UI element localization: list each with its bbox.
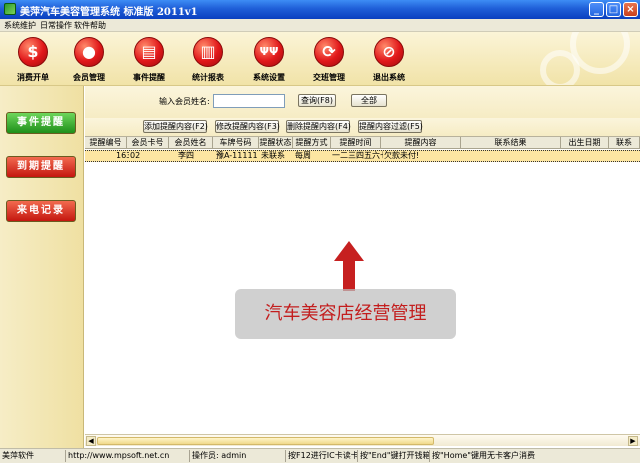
cell-status: 未联系	[261, 151, 285, 160]
toolbar-label: 会员管理	[73, 73, 105, 82]
column-header[interactable]: 提醒方式	[293, 137, 331, 149]
filter-reminder-button[interactable]: 提醒内容过滤(F5)	[358, 120, 423, 133]
action-bar: 添加提醒内容(F2) 修改提醒内容(F3) 删除提醒内容(F4) 提醒内容过滤(…	[85, 118, 640, 136]
toolbar-label: 系统设置	[253, 73, 285, 82]
app-icon	[4, 3, 16, 15]
table-header: 提醒编号 会员卡号 会员姓名 车牌号码 提醒状态 提醒方式 提醒时间 提醒内容 …	[85, 137, 640, 149]
toolbar-exit-button[interactable]: ⊘ 退出系统	[363, 34, 415, 84]
menu-daily-operations[interactable]: 日常操作	[40, 20, 72, 31]
close-button[interactable]: ×	[623, 2, 638, 17]
column-header[interactable]: 车牌号码	[213, 137, 259, 149]
edit-reminder-button[interactable]: 修改提醒内容(F3)	[215, 120, 280, 133]
up-arrow-icon	[334, 241, 364, 291]
title-bar: 美萍汽车美容管理系统 标准版 2011v1 _ □ ×	[0, 0, 640, 19]
query-button[interactable]: 查询(F8)	[298, 94, 336, 107]
side-button-event-reminder[interactable]: 事件提醒	[6, 112, 76, 134]
column-header[interactable]: 会员卡号	[127, 137, 169, 149]
toolbar-label: 统计报表	[192, 73, 224, 82]
status-ic-card-hint: 按F12进行IC卡读卡	[288, 450, 358, 462]
toolbar-settings-button[interactable]: ΨΨ 系统设置	[243, 34, 295, 84]
cell-contact-result	[461, 151, 561, 161]
column-header[interactable]: 提醒时间	[331, 137, 381, 149]
column-header[interactable]: 提醒状态	[259, 137, 293, 149]
scroll-thumb[interactable]	[97, 437, 434, 445]
window-title: 美萍汽车美容管理系统 标准版 2011v1	[20, 7, 198, 18]
search-bar: 输入会员姓名: 查询(F8) 全部	[85, 86, 640, 118]
bar-chart-icon: ▥	[193, 37, 223, 67]
cell-time: 一二三四五六七	[332, 151, 383, 160]
status-website: http://www.mpsoft.net.cn	[66, 450, 190, 462]
toolbar-members-button[interactable]: ● 会员管理	[63, 34, 115, 84]
cell-contact	[609, 151, 640, 161]
toolbar-label: 交班管理	[313, 73, 345, 82]
side-button-expiry-reminder[interactable]: 到期提醒	[6, 156, 76, 178]
main-toolbar: $ 消费开单 ● 会员管理 ▤ 事件提醒 ▥ 统计报表 ΨΨ 系统设置 ⟳ 交班…	[0, 32, 640, 86]
show-all-button[interactable]: 全部	[351, 94, 387, 107]
scroll-left-arrow-icon[interactable]: ◀	[86, 436, 96, 446]
toolbar-label: 退出系统	[373, 73, 405, 82]
tools-icon: ΨΨ	[254, 37, 284, 67]
status-no-card-hint: 按"Home"键用无卡客户消费	[432, 451, 535, 460]
table-row[interactable]: 163 02 李四 豫A-11111 未联系 每周 一二三四五六七 欠款未付!	[85, 150, 640, 162]
menu-help[interactable]: 软件帮助	[74, 20, 106, 31]
toolbar-label: 消费开单	[17, 73, 49, 82]
cell-content: 欠款未付!	[384, 151, 420, 160]
refresh-icon: ⟳	[314, 37, 344, 67]
status-brand: 美萍软件	[0, 450, 66, 462]
maximize-button[interactable]: □	[606, 2, 621, 17]
toolbar-label: 事件提醒	[133, 73, 165, 82]
side-button-call-log[interactable]: 来电记录	[6, 200, 76, 222]
delete-reminder-button[interactable]: 删除提醒内容(F4)	[286, 120, 351, 133]
dollar-icon: $	[18, 37, 48, 67]
horizontal-scrollbar[interactable]: ◀ ▶	[85, 434, 640, 446]
toolbar-checkout-button[interactable]: $ 消费开单	[7, 34, 59, 84]
exit-icon: ⊘	[374, 37, 404, 67]
status-operator: 操作员: admin	[190, 450, 286, 462]
decor-ring	[540, 50, 580, 85]
menu-bar: 系统维护 日常操作 软件帮助	[0, 19, 640, 32]
cell-birthday	[561, 151, 609, 161]
status-bar: 美萍软件 http://www.mpsoft.net.cn 操作员: admin…	[0, 448, 640, 463]
cell-reminder-id: 163	[116, 151, 129, 160]
cell-method: 每周	[295, 151, 311, 160]
add-reminder-button[interactable]: 添加提醒内容(F2)	[143, 120, 208, 133]
column-header[interactable]: 会员姓名	[169, 137, 213, 149]
column-header[interactable]: 联系结果	[461, 137, 561, 149]
person-icon: ●	[74, 37, 104, 67]
column-header[interactable]: 提醒内容	[381, 137, 461, 149]
member-name-label: 输入会员姓名:	[159, 97, 210, 106]
scroll-right-arrow-icon[interactable]: ▶	[628, 436, 638, 446]
toolbar-shift-button[interactable]: ⟳ 交班管理	[303, 34, 355, 84]
column-header[interactable]: 提醒编号	[85, 137, 127, 149]
status-cash-drawer-hint: 按"End"键打开钱箱	[360, 450, 430, 462]
cell-plate-number: 豫A-11111	[216, 151, 258, 160]
member-name-input[interactable]	[213, 94, 285, 108]
toolbar-reports-button[interactable]: ▥ 统计报表	[182, 34, 234, 84]
cell-member-name: 李四	[178, 151, 194, 160]
book-icon: ▤	[134, 37, 164, 67]
column-header[interactable]: 出生日期	[561, 137, 609, 149]
overlay-caption: 汽车美容店经营管理	[235, 289, 456, 339]
toolbar-reminders-button[interactable]: ▤ 事件提醒	[123, 34, 175, 84]
left-nav-panel: 事件提醒 到期提醒 来电记录	[0, 86, 84, 448]
cell-card-number: 02	[130, 151, 141, 160]
menu-system-maintenance[interactable]: 系统维护	[4, 20, 36, 31]
column-header[interactable]: 联系	[609, 137, 640, 149]
minimize-button[interactable]: _	[589, 2, 604, 17]
